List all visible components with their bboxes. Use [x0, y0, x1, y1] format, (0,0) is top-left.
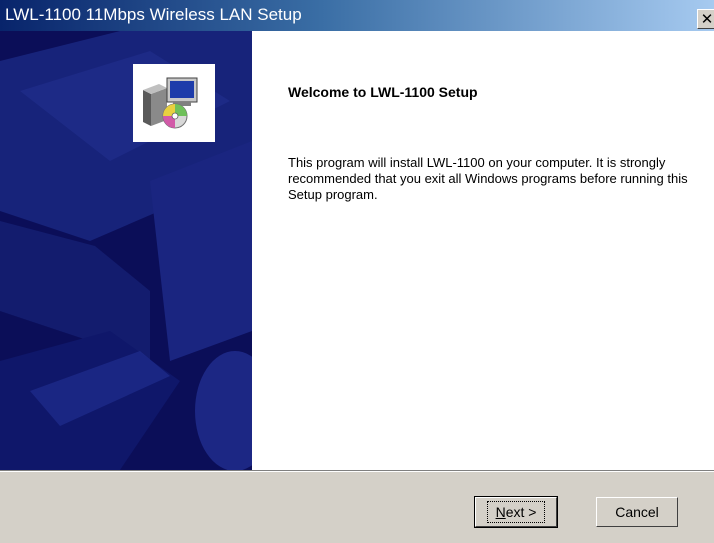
- content-area: Welcome to LWL-1100 Setup This program w…: [0, 31, 714, 470]
- next-button-label: Next >: [486, 501, 546, 523]
- button-bar: Next > Cancel: [0, 472, 714, 543]
- welcome-description: This program will install LWL-1100 on yo…: [288, 155, 688, 202]
- title-bar[interactable]: LWL-1100 11Mbps Wireless LAN Setup ✕: [0, 0, 714, 31]
- next-mnemonic: N: [495, 504, 506, 520]
- next-label-rest: ext >: [505, 504, 537, 520]
- close-button[interactable]: ✕: [697, 9, 714, 29]
- close-icon: ✕: [700, 11, 714, 28]
- next-button[interactable]: Next >: [474, 496, 558, 528]
- side-banner: [0, 31, 252, 470]
- setup-window: LWL-1100 11Mbps Wireless LAN Setup ✕ Wel…: [0, 0, 714, 543]
- cancel-button[interactable]: Cancel: [596, 497, 678, 527]
- setup-installer-icon: [143, 77, 198, 129]
- welcome-heading: Welcome to LWL-1100 Setup: [288, 84, 478, 100]
- setup-icon-frame: [133, 64, 215, 142]
- window-title: LWL-1100 11Mbps Wireless LAN Setup: [5, 5, 302, 24]
